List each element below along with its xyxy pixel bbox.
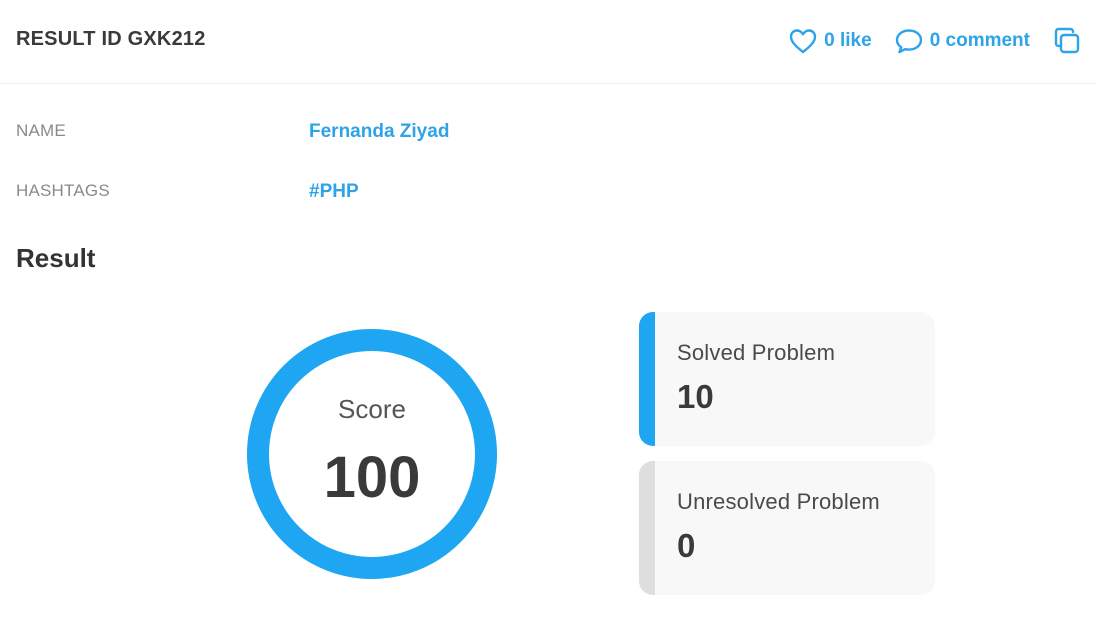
like-count: 0 like (824, 30, 872, 51)
comment-count: 0 comment (929, 30, 1030, 51)
copy-button[interactable] (1052, 26, 1082, 56)
copy-icon (1052, 26, 1082, 56)
unresolved-problem-count: 0 (677, 527, 696, 564)
unresolved-accent-bar (639, 461, 655, 595)
hashtags-label: HASHTAGS (16, 181, 110, 200)
header-actions: 0 like 0 comment (788, 26, 1082, 56)
solved-problem-label: Solved Problem (677, 340, 836, 365)
result-page: RESULT ID GXK212 0 like 0 comment NAME F… (0, 0, 1096, 630)
unresolved-problem-label: Unresolved Problem (677, 489, 880, 514)
like-button[interactable]: 0 like (788, 27, 872, 55)
unresolved-problem-card: Unresolved Problem 0 (639, 461, 935, 595)
result-section-title: Result (16, 243, 96, 273)
result-id-title: RESULT ID GXK212 (16, 28, 206, 50)
heart-icon (788, 27, 818, 55)
solved-problem-card: Solved Problem 10 (639, 312, 935, 446)
solved-problem-count: 10 (677, 378, 714, 415)
score-value: 100 (323, 445, 421, 510)
name-label: NAME (16, 121, 66, 140)
result-header: RESULT ID GXK212 0 like 0 comment (0, 0, 1096, 84)
solved-accent-bar (639, 312, 655, 446)
comment-button[interactable]: 0 comment (894, 27, 1030, 55)
name-value[interactable]: Fernanda Ziyad (309, 121, 449, 143)
comment-icon (894, 27, 924, 55)
score-label: Score (338, 394, 406, 424)
hashtag-php-link[interactable]: #PHP (309, 181, 359, 203)
